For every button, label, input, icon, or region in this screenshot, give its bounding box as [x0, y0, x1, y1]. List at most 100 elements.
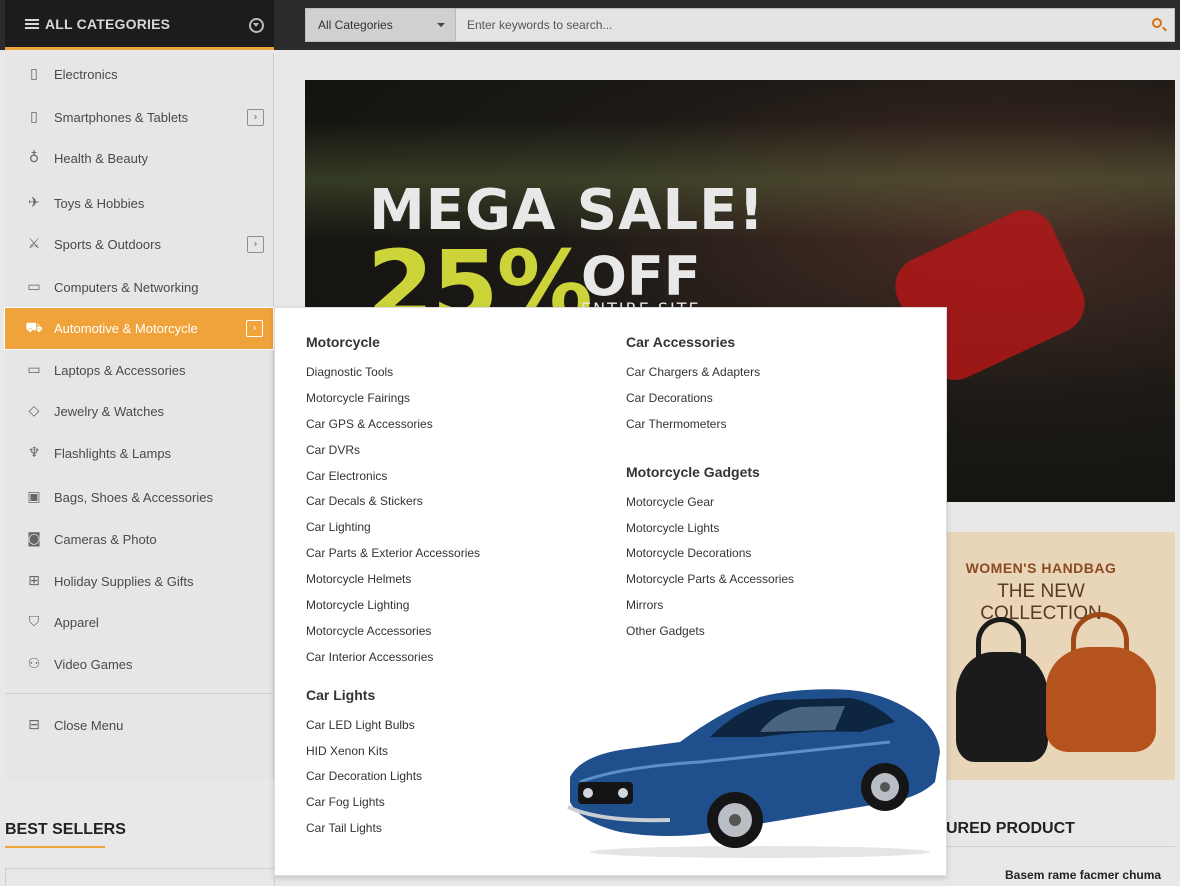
menu-link[interactable]: Car GPS & Accessories: [306, 416, 480, 442]
chevron-right-icon[interactable]: ›: [247, 108, 264, 126]
sidebar-item-label: Smartphones & Tablets: [54, 109, 189, 125]
menu-link[interactable]: Diagnostic Tools: [306, 364, 480, 390]
toy-icon: ✈: [28, 195, 40, 211]
search-input[interactable]: [456, 9, 1142, 41]
monitor-icon: ▭: [27, 279, 41, 295]
sidebar-item-electronics[interactable]: ▯ Electronics: [5, 54, 274, 94]
best-sellers-title: BEST SELLERS: [5, 821, 126, 838]
promo-title: WOMEN'S HANDBAG: [965, 560, 1117, 576]
smartphone-icon: ▯: [30, 109, 38, 125]
caret-down-icon: [437, 23, 445, 27]
search-bar: All Categories: [305, 8, 1175, 42]
sidebar-item-video-games[interactable]: ⚇ Video Games: [5, 644, 274, 684]
menu-link[interactable]: Mirrors: [626, 597, 794, 623]
menu-link[interactable]: Car Decals & Stickers: [306, 493, 480, 519]
menu-group-car-accessories: Car Accessories Car Chargers & Adapters …: [626, 334, 794, 442]
menu-link[interactable]: Car Interior Accessories: [306, 649, 480, 675]
menu-link[interactable]: Motorcycle Decorations: [626, 545, 794, 571]
sidebar-item-cameras-photo[interactable]: ◙ Cameras & Photo: [5, 519, 274, 559]
sidebar-item-label: Video Games: [54, 656, 133, 672]
group-title[interactable]: Car Lights: [306, 687, 480, 707]
sidebar-item-label: Bags, Shoes & Accessories: [54, 489, 213, 505]
chevron-right-icon[interactable]: ›: [247, 235, 264, 253]
best-sellers-list: [5, 868, 275, 886]
menu-link[interactable]: Motorcycle Fairings: [306, 390, 480, 416]
product-name[interactable]: Basem rame facmer chuma: [1005, 868, 1161, 882]
bottle-icon: ♁: [28, 150, 40, 166]
handbag-promo[interactable]: WOMEN'S HANDBAG THE NEW COLLECTION: [946, 532, 1175, 780]
sidebar-item-label: Electronics: [54, 66, 118, 82]
blue-car-image: [567, 689, 940, 858]
menu-link[interactable]: Motorcycle Accessories: [306, 623, 480, 649]
menu-link[interactable]: Motorcycle Lighting: [306, 597, 480, 623]
menu-link[interactable]: Car Lighting: [306, 519, 480, 545]
sidebar-item-toys-hobbies[interactable]: ✈ Toys & Hobbies: [5, 183, 274, 223]
list-icon: [25, 17, 39, 31]
sidebar-divider: [5, 693, 274, 694]
title-underline: [5, 846, 105, 848]
bag-icon: ▣: [27, 489, 41, 505]
sidebar-item-bags-shoes[interactable]: ▣ Bags, Shoes & Accessories: [5, 477, 274, 517]
group-title[interactable]: Motorcycle: [306, 334, 480, 354]
camera-icon: ◙: [27, 531, 41, 547]
menu-link[interactable]: Car Decoration Lights: [306, 768, 480, 794]
menu-link[interactable]: HID Xenon Kits: [306, 743, 480, 769]
menu-link[interactable]: Car Chargers & Adapters: [626, 364, 794, 390]
sidebar-item-automotive-motorcycle[interactable]: ⛟ Automotive & Motorcycle ›: [4, 307, 274, 350]
sidebar-item-label: Flashlights & Lamps: [54, 445, 172, 461]
sidebar-item-computers-networking[interactable]: ▭ Computers & Networking: [5, 267, 274, 307]
flashlight-icon: ♆: [27, 445, 41, 461]
sidebar-item-health-beauty[interactable]: ♁ Health & Beauty: [5, 138, 274, 178]
menu-link[interactable]: Car Decorations: [626, 390, 794, 416]
sidebar-item-sports-outdoors[interactable]: ⚔ Sports & Outdoors ›: [5, 224, 274, 264]
close-menu-button[interactable]: ⊟ Close Menu: [5, 705, 274, 745]
category-select[interactable]: All Categories: [306, 9, 456, 41]
group-title[interactable]: Motorcycle Gadgets: [626, 464, 794, 484]
sidebar-item-jewelry-watches[interactable]: ◇ Jewelry & Watches: [5, 391, 274, 431]
car-icon: ⛟: [25, 319, 43, 336]
gift-icon: ⊞: [28, 573, 40, 589]
mega-menu-column-right: Car Accessories Car Chargers & Adapters …: [626, 334, 794, 671]
menu-link[interactable]: Motorcycle Lights: [626, 520, 794, 546]
menu-link[interactable]: Motorcycle Helmets: [306, 571, 480, 597]
sidebar-item-label: Holiday Supplies & Gifts: [54, 573, 194, 589]
menu-link[interactable]: Car Fog Lights: [306, 794, 480, 820]
featured-product-title: URED PRODUCT: [946, 820, 1075, 837]
menu-group-motorcycle: Motorcycle Diagnostic Tools Motorcycle F…: [306, 334, 480, 675]
menu-group-car-lights: Car Lights Car LED Light Bulbs HID Xenon…: [306, 687, 480, 846]
all-categories-label: ALL CATEGORIES: [45, 15, 171, 32]
sidebar-item-laptops-accessories[interactable]: ▭ Laptops & Accessories: [5, 350, 274, 390]
sports-icon: ⚔: [27, 236, 41, 252]
menu-link[interactable]: Motorcycle Gear: [626, 494, 794, 520]
all-categories-toggle[interactable]: ALL CATEGORIES: [5, 0, 274, 50]
menu-link[interactable]: Other Gadgets: [626, 623, 794, 649]
menu-link[interactable]: Motorcycle Parts & Accessories: [626, 571, 794, 597]
chevron-down-circle-icon[interactable]: [249, 18, 264, 33]
sidebar-item-label: Automotive & Motorcycle: [54, 321, 198, 336]
gamepad-icon: ⚇: [27, 656, 41, 672]
chevron-right-icon[interactable]: ›: [246, 320, 263, 337]
group-title[interactable]: Car Accessories: [626, 334, 794, 354]
tablet-icon: ▯: [30, 66, 38, 82]
menu-link[interactable]: Car DVRs: [306, 442, 480, 468]
sidebar-item-label: Laptops & Accessories: [54, 362, 186, 378]
handbag-image: [956, 652, 1048, 762]
category-sidebar: ▯ Electronics ▯ Smartphones & Tablets › …: [4, 53, 274, 780]
search-button[interactable]: [1142, 9, 1174, 41]
sidebar-item-smartphones-tablets[interactable]: ▯ Smartphones & Tablets ›: [5, 97, 274, 137]
search-icon: [1152, 18, 1162, 28]
sidebar-item-holiday-gifts[interactable]: ⊞ Holiday Supplies & Gifts: [5, 561, 274, 601]
title-underline: [946, 846, 1175, 847]
menu-link[interactable]: Car Electronics: [306, 468, 480, 494]
menu-link[interactable]: Car Parts & Exterior Accessories: [306, 545, 480, 571]
diamond-icon: ◇: [28, 403, 40, 419]
menu-link[interactable]: Car LED Light Bulbs: [306, 717, 480, 743]
minus-square-icon: ⊟: [28, 717, 40, 733]
sidebar-item-label: Apparel: [54, 614, 99, 630]
menu-link[interactable]: Car Thermometers: [626, 416, 794, 442]
mega-menu-column-left: Motorcycle Diagnostic Tools Motorcycle F…: [306, 334, 480, 858]
sidebar-item-apparel[interactable]: ⛉ Apparel: [5, 602, 274, 642]
sidebar-item-label: Sports & Outdoors: [54, 236, 161, 252]
menu-link[interactable]: Car Tail Lights: [306, 820, 480, 846]
sidebar-item-flashlights-lamps[interactable]: ♆ Flashlights & Lamps: [5, 433, 274, 473]
